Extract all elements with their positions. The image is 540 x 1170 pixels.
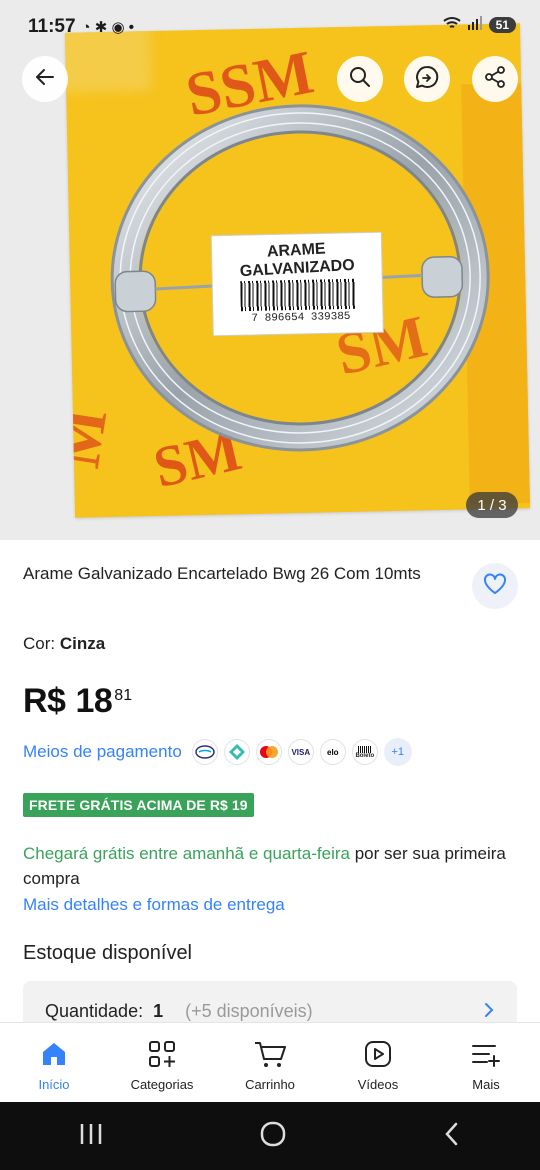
mercado-pago-icon xyxy=(191,739,218,765)
nav-item-inicio[interactable]: Início xyxy=(0,1023,108,1102)
whatsapp-icon xyxy=(414,64,440,95)
product-image: SSM M SM SM ARAME GALVANIZADO 7 896654 3… xyxy=(64,23,531,518)
arrow-left-icon xyxy=(33,65,57,94)
delivery-highlight: Chegará grátis entre amanhã e quarta-fei… xyxy=(23,844,350,863)
system-navigation-bar xyxy=(0,1102,540,1170)
stock-title: Estoque disponível xyxy=(23,942,193,964)
pix-icon xyxy=(223,739,250,765)
payment-methods-row[interactable]: Meios de pagamento VISA elo Boleto +1 xyxy=(23,738,412,766)
nav-item-carrinho[interactable]: Carrinho xyxy=(216,1023,324,1102)
price-integer: 18 xyxy=(75,682,113,720)
nav-item-mais[interactable]: Mais xyxy=(432,1023,540,1102)
chevron-right-icon xyxy=(483,998,495,1024)
whatsapp-share-button[interactable] xyxy=(404,56,450,102)
payment-methods-link[interactable]: Meios de pagamento xyxy=(23,742,182,762)
nav-label: Carrinho xyxy=(245,1077,295,1092)
mastercard-icon xyxy=(255,739,282,765)
nav-item-categorias[interactable]: Categorias xyxy=(108,1023,216,1102)
color-variant: Cor: Cinza xyxy=(23,634,105,654)
nav-label: Vídeos xyxy=(357,1077,399,1092)
heart-icon xyxy=(482,572,508,601)
nav-label: Categorias xyxy=(130,1077,194,1092)
elo-icon: elo xyxy=(319,739,346,765)
product-image-gallery[interactable]: SSM M SM SM ARAME GALVANIZADO 7 896654 3… xyxy=(0,0,540,540)
share-icon xyxy=(483,65,507,94)
free-shipping-badge: FRETE GRÁTIS ACIMA DE R$ 19 xyxy=(23,793,254,817)
barcode xyxy=(240,278,356,312)
notification-icons: ◔ ✱ ◉ • xyxy=(81,19,135,36)
battery-indicator: 51 xyxy=(488,16,516,33)
share-button[interactable] xyxy=(472,56,518,102)
nav-label: Início xyxy=(38,1077,70,1092)
menu-more-icon xyxy=(470,1037,502,1071)
favorite-button[interactable] xyxy=(472,563,518,609)
quantity-value: 1 xyxy=(153,1000,164,1021)
price: R$ 18 81 xyxy=(23,682,132,721)
nav-item-videos[interactable]: Vídeos xyxy=(324,1023,432,1102)
videos-icon xyxy=(363,1037,393,1071)
image-counter: 1 / 3 xyxy=(466,492,518,518)
price-cents: 81 xyxy=(114,687,133,704)
price-currency: R$ xyxy=(23,682,66,720)
bottom-navigation: Início Categorias Carrinho Vídeos Mais xyxy=(0,1022,540,1102)
color-label: Cor: xyxy=(23,634,60,653)
recent-apps-icon[interactable] xyxy=(78,1122,104,1151)
nav-label: Mais xyxy=(472,1077,500,1092)
cart-icon xyxy=(253,1037,287,1071)
delivery-estimate: Chegará grátis entre amanhã e quarta-fei… xyxy=(23,841,518,891)
status-bar: 11:57 ◔ ✱ ◉ • 51 xyxy=(0,0,540,56)
system-back-icon[interactable] xyxy=(442,1121,462,1152)
boleto-label: Boleto xyxy=(355,752,375,759)
status-time: 11:57 xyxy=(28,16,76,37)
home-circle-icon[interactable] xyxy=(259,1120,287,1153)
more-payment-methods[interactable]: +1 xyxy=(383,738,412,766)
signal-icon xyxy=(467,16,483,33)
search-button[interactable] xyxy=(337,56,383,102)
product-title: Arame Galvanizado Encartelado Bwg 26 Com… xyxy=(23,564,421,583)
back-button[interactable] xyxy=(22,56,68,102)
quantity-available: (+5 disponíveis) xyxy=(185,1000,313,1021)
categories-icon xyxy=(147,1037,177,1071)
search-icon xyxy=(348,65,372,94)
color-value: Cinza xyxy=(59,634,106,653)
quantity-label: Quantidade: xyxy=(45,1000,144,1021)
home-icon xyxy=(39,1037,69,1071)
visa-icon: VISA xyxy=(287,739,314,765)
boleto-icon: Boleto xyxy=(351,739,378,765)
wifi-icon xyxy=(442,16,461,33)
delivery-details-link[interactable]: Mais detalhes e formas de entrega xyxy=(23,895,285,915)
